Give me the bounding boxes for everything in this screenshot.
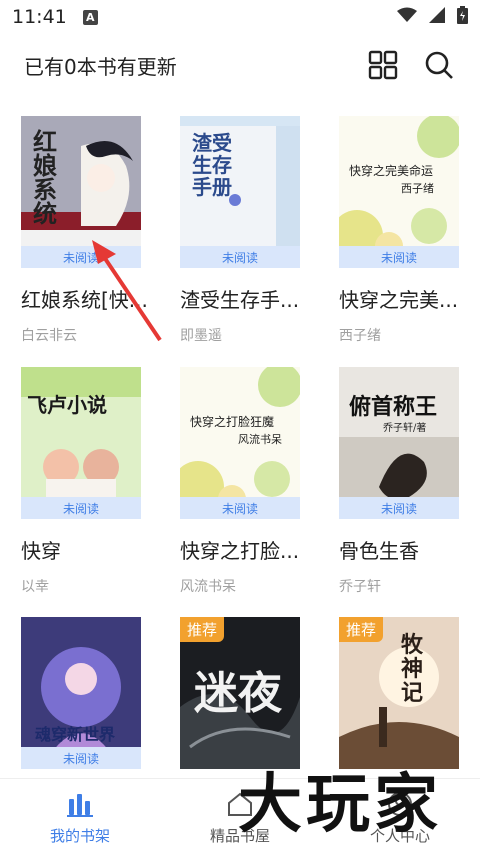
recommend-badge: 推荐 bbox=[180, 617, 225, 642]
wifi-icon bbox=[397, 7, 417, 27]
tab-my-bookshelf[interactable]: 我的书架 bbox=[0, 787, 160, 846]
search-icon[interactable] bbox=[422, 48, 456, 82]
book-cover[interactable]: 快穿之完美命运 西子绪 未阅读 bbox=[339, 116, 459, 268]
book-cover[interactable]: 俯首称王 乔子轩/著 未阅读 bbox=[339, 367, 459, 519]
watermark-logo: 大玩家 bbox=[238, 767, 442, 842]
book-cover[interactable]: 飞卢小说 未阅读 bbox=[21, 367, 141, 519]
read-status: 未阅读 bbox=[180, 246, 300, 268]
tab-label: 我的书架 bbox=[49, 827, 110, 845]
update-status-text: 已有0本书有更新 bbox=[24, 54, 177, 79]
book-cover[interactable]: 红娘系统 未阅读 bbox=[21, 116, 141, 268]
read-status: 未阅读 bbox=[180, 497, 300, 519]
read-status: 未阅读 bbox=[21, 747, 141, 769]
notification-icon: A bbox=[82, 9, 98, 25]
book-cover[interactable]: 渣受生存手册 未阅读 bbox=[180, 116, 300, 268]
book-item[interactable]: 红娘系统 未阅读 红娘系统[快... 白云非云 bbox=[21, 116, 148, 345]
book-cover[interactable]: 迷夜 推荐 bbox=[180, 617, 300, 769]
book-cover[interactable]: 魂穿新世界 未阅读 bbox=[21, 617, 141, 769]
signal-icon bbox=[429, 7, 445, 27]
cover-author: 西子绪 bbox=[401, 182, 434, 195]
status-bar: 11:41 A bbox=[0, 0, 480, 34]
book-title[interactable]: 渣受生存手... bbox=[180, 284, 308, 313]
book-author: 白云非云 bbox=[21, 328, 77, 344]
book-item[interactable]: 渣受生存手册 未阅读 渣受生存手... 即墨遥 bbox=[180, 116, 300, 345]
cover-title: 牧神记 bbox=[401, 632, 424, 706]
book-item[interactable]: 牧神记 推荐 bbox=[339, 617, 459, 769]
status-time: 11:41 bbox=[12, 6, 67, 28]
cover-title: 魂穿新世界 bbox=[35, 725, 116, 744]
read-status: 未阅读 bbox=[339, 497, 459, 519]
cover-title: 红娘系统 bbox=[33, 127, 57, 228]
cover-title: 渣受生存手册 bbox=[192, 131, 232, 199]
read-status: 未阅读 bbox=[21, 246, 141, 268]
book-item[interactable]: 迷夜 推荐 bbox=[180, 617, 300, 769]
book-author: 即墨遥 bbox=[180, 328, 222, 344]
cover-title: 快穿之打脸狂魔 bbox=[190, 415, 275, 429]
book-item[interactable]: 快穿之完美命运 西子绪 未阅读 快穿之完美... 西子绪 bbox=[339, 116, 459, 345]
book-author: 以幸 bbox=[21, 579, 49, 595]
book-title[interactable]: 快穿之完美... bbox=[339, 284, 467, 313]
recommend-badge: 推荐 bbox=[339, 617, 384, 642]
read-status: 未阅读 bbox=[339, 246, 459, 268]
book-item[interactable]: 快穿之打脸狂魔 风流书呆 未阅读 快穿之打脸... 风流书呆 bbox=[180, 367, 300, 596]
cover-title: 俯首称王 bbox=[349, 394, 438, 420]
read-status: 未阅读 bbox=[21, 497, 141, 519]
bookshelf-icon bbox=[65, 787, 95, 817]
cover-title: 飞卢小说 bbox=[27, 393, 107, 417]
book-item[interactable]: 魂穿新世界 未阅读 bbox=[21, 617, 141, 769]
cover-title: 迷夜 bbox=[194, 668, 282, 719]
book-title[interactable]: 骨色生香 bbox=[339, 535, 467, 564]
book-item[interactable]: 俯首称王 乔子轩/著 未阅读 骨色生香 乔子轩 bbox=[339, 367, 459, 596]
cover-title: 快穿之完美命运 bbox=[349, 164, 434, 178]
book-author: 乔子轩 bbox=[339, 579, 381, 595]
book-item[interactable]: 飞卢小说 未阅读 快穿 以幸 bbox=[21, 367, 141, 596]
header: 已有0本书有更新 bbox=[0, 40, 480, 90]
battery-icon bbox=[457, 6, 468, 28]
cover-author: 乔子轩/著 bbox=[383, 423, 427, 434]
cover-author: 风流书呆 bbox=[238, 433, 282, 446]
book-title[interactable]: 红娘系统[快... bbox=[21, 284, 149, 313]
book-author: 西子绪 bbox=[339, 328, 381, 344]
book-cover[interactable]: 牧神记 推荐 bbox=[339, 617, 459, 769]
book-cover[interactable]: 快穿之打脸狂魔 风流书呆 未阅读 bbox=[180, 367, 300, 519]
book-title[interactable]: 快穿 bbox=[21, 535, 149, 564]
grid-icon[interactable] bbox=[366, 48, 400, 82]
book-title[interactable]: 快穿之打脸... bbox=[180, 535, 308, 564]
book-author: 风流书呆 bbox=[180, 579, 236, 595]
